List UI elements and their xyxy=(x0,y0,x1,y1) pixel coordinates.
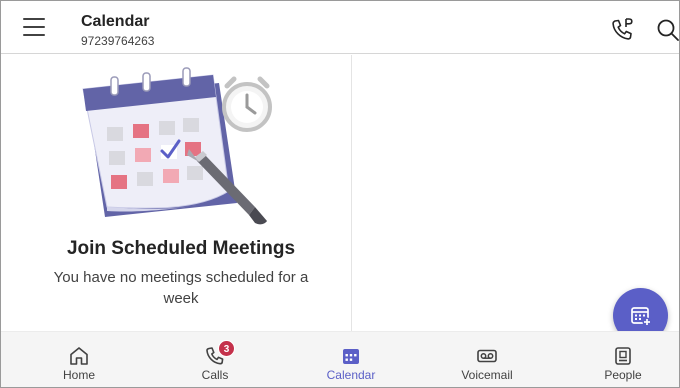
main-content: Join Scheduled Meetings You have no meet… xyxy=(1,55,679,343)
new-meeting-icon xyxy=(631,307,652,327)
search-icon[interactable] xyxy=(655,17,680,43)
calls-badge: 3 xyxy=(218,340,235,357)
app-window: Calendar 97239764263 Join Scheduled Meet… xyxy=(0,0,680,388)
empty-state-description: You have no meetings scheduled for a wee… xyxy=(53,269,309,307)
menu-icon[interactable] xyxy=(21,15,47,39)
top-bar: Calendar 97239764263 xyxy=(1,1,680,54)
nav-calendar[interactable]: Calendar xyxy=(306,332,396,387)
nav-calendar-label: Calendar xyxy=(326,368,376,382)
nav-voicemail-label: Voicemail xyxy=(461,368,513,382)
nav-home[interactable]: Home xyxy=(34,332,124,387)
calendar-icon xyxy=(343,349,359,364)
meetings-pane: Join Scheduled Meetings You have no meet… xyxy=(1,55,351,331)
home-icon xyxy=(70,347,88,365)
nav-people[interactable]: People xyxy=(578,332,668,387)
people-icon xyxy=(615,347,631,365)
call-park-icon[interactable] xyxy=(609,17,635,43)
nav-people-label: People xyxy=(604,368,642,382)
nav-home-label: Home xyxy=(62,368,95,382)
calendar-illustration xyxy=(82,67,272,225)
nav-voicemail[interactable]: Voicemail xyxy=(442,332,532,387)
empty-state-title: Join Scheduled Meetings xyxy=(66,238,296,259)
bottom-navigation: Home 3 Calls Calendar Voicemail People xyxy=(1,331,679,387)
page-title: Calendar xyxy=(81,13,150,30)
nav-calls[interactable]: 3 Calls xyxy=(170,332,260,387)
title-block: Calendar 97239764263 xyxy=(81,13,154,49)
voicemail-icon xyxy=(477,349,497,363)
phone-number: 97239764263 xyxy=(81,34,155,48)
pane-divider xyxy=(351,55,352,331)
nav-calls-label: Calls xyxy=(201,368,229,382)
